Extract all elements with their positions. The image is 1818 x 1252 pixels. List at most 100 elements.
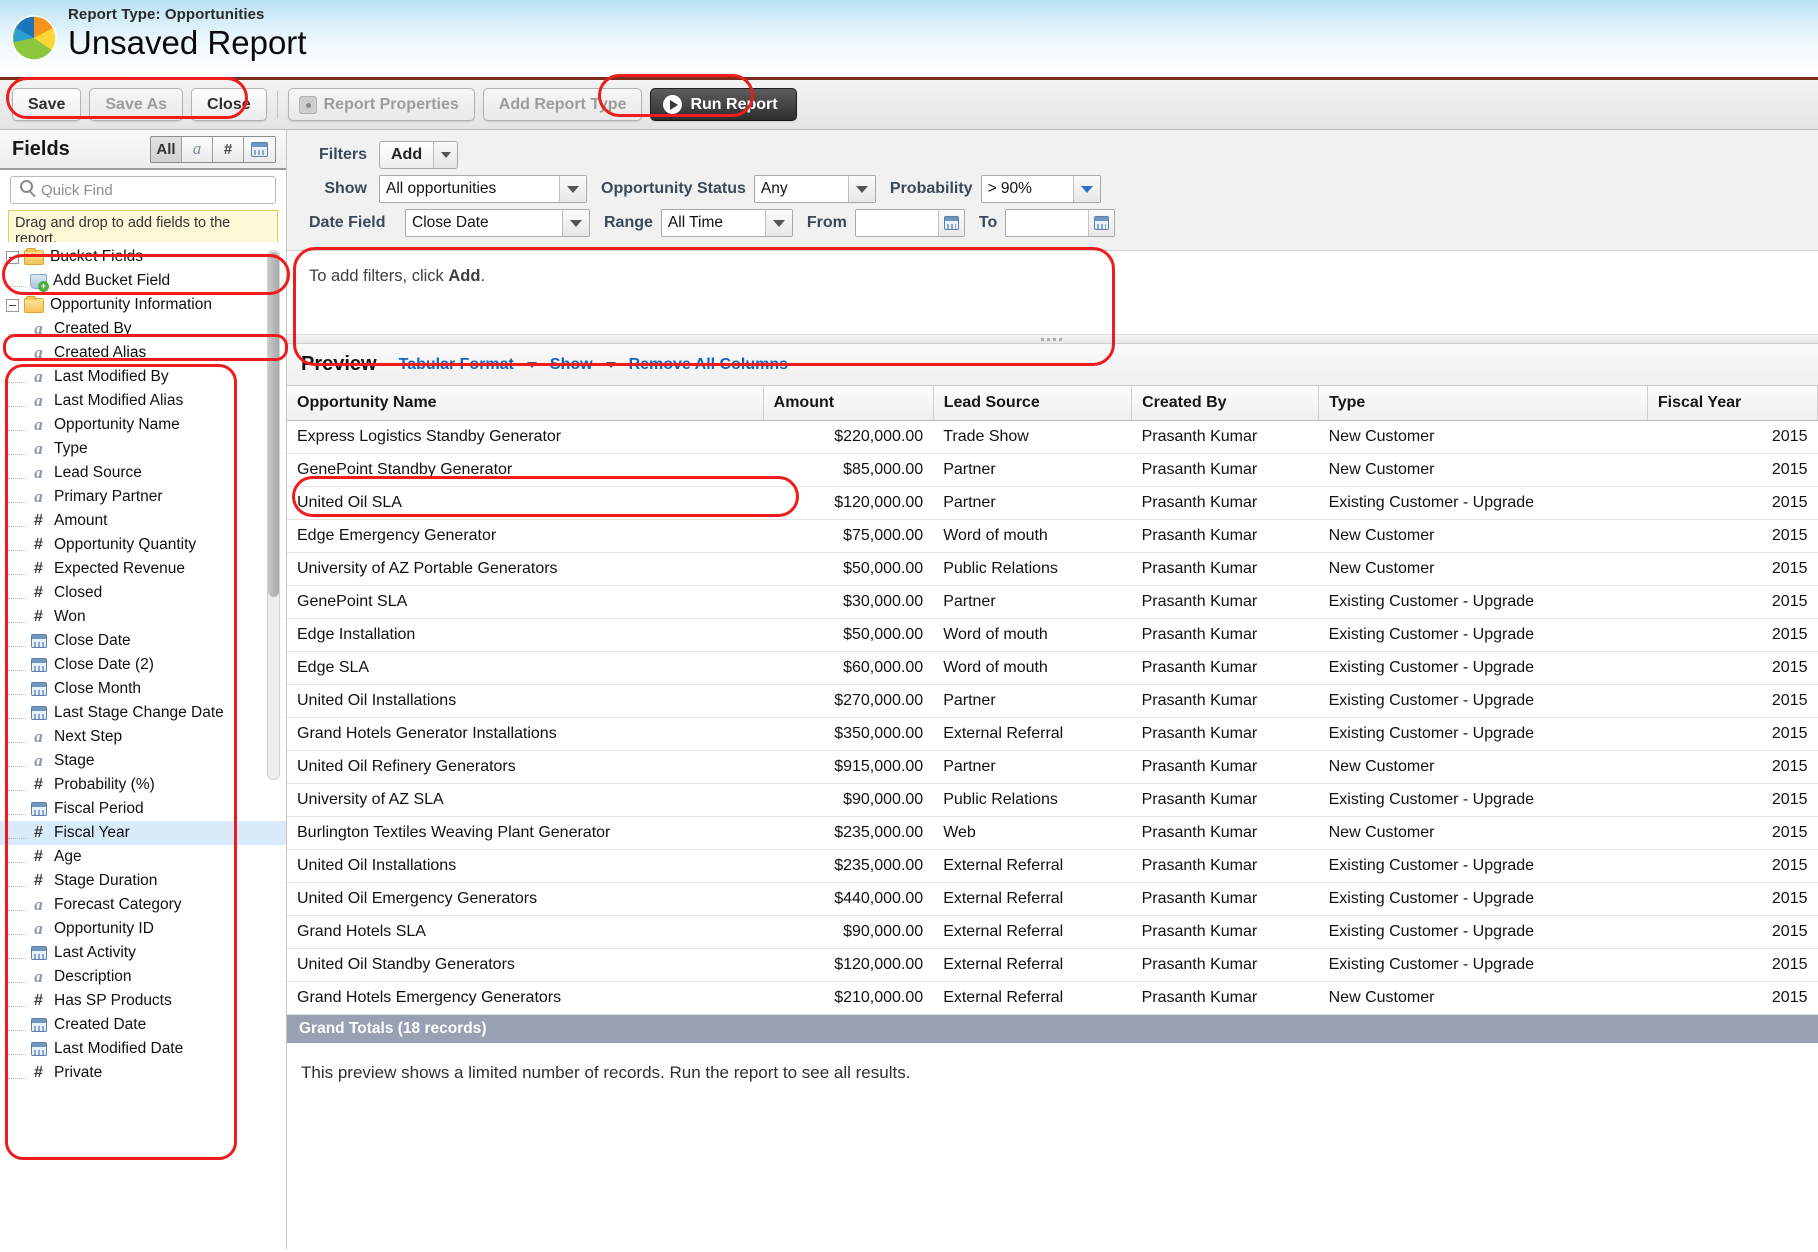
chevron-down-icon[interactable] bbox=[764, 210, 792, 236]
field-item[interactable]: Last Activity bbox=[0, 941, 286, 965]
collapse-icon[interactable] bbox=[6, 250, 19, 264]
field-item[interactable]: Fiscal Period bbox=[0, 797, 286, 821]
field-item[interactable]: # Expected Revenue bbox=[0, 557, 286, 581]
collapse-icon[interactable] bbox=[6, 298, 19, 312]
field-item[interactable]: # Stage Duration bbox=[0, 869, 286, 893]
chevron-down-icon[interactable] bbox=[526, 361, 537, 368]
field-item[interactable]: # Opportunity Quantity bbox=[0, 533, 286, 557]
field-group-bucket-fields[interactable]: Bucket Fields bbox=[0, 245, 286, 269]
field-group-opportunity-information[interactable]: Opportunity Information bbox=[0, 293, 286, 317]
to-date-value[interactable] bbox=[1006, 210, 1089, 236]
field-item[interactable]: a Created Alias bbox=[0, 341, 286, 365]
table-row[interactable]: Grand Hotels SLA $90,000.00 External Refer… bbox=[287, 915, 1818, 949]
field-item[interactable]: a Next Step bbox=[0, 725, 286, 749]
chevron-down-icon[interactable] bbox=[433, 142, 458, 168]
field-item[interactable]: Close Month bbox=[0, 677, 286, 701]
chevron-down-icon[interactable] bbox=[605, 361, 616, 368]
show-columns-link[interactable]: Show bbox=[550, 356, 593, 374]
column-header[interactable]: Lead Source bbox=[933, 386, 1133, 421]
opportunity-status-select[interactable]: Any bbox=[753, 175, 876, 203]
range-select[interactable]: All Time bbox=[660, 209, 793, 237]
remove-all-columns-link[interactable]: Remove All Columns bbox=[629, 356, 788, 374]
table-row[interactable]: Burlington Textiles Weaving Plant Genera… bbox=[287, 816, 1818, 850]
field-item[interactable]: Close Date bbox=[0, 629, 286, 653]
field-item[interactable]: a Last Modified Alias bbox=[0, 389, 286, 413]
table-row[interactable]: Express Logistics Standby Generator $220,… bbox=[287, 420, 1818, 454]
field-item[interactable]: Last Modified Date bbox=[0, 1037, 286, 1061]
fields-tree[interactable]: Bucket Fields Add Bucket Field Opportunity… bbox=[0, 242, 286, 1249]
from-date-input[interactable] bbox=[854, 209, 965, 237]
table-row[interactable]: United Oil Installations $270,000.00 Partn… bbox=[287, 684, 1818, 718]
tabular-format-link[interactable]: Tabular Format bbox=[399, 356, 514, 374]
field-item[interactable]: a Stage bbox=[0, 749, 286, 773]
field-item[interactable]: a Type bbox=[0, 437, 286, 461]
field-item[interactable]: a Description bbox=[0, 965, 286, 989]
table-row[interactable]: GenePoint SLA $30,000.00 Partner Prasanth K… bbox=[287, 585, 1818, 619]
close-button[interactable]: Close bbox=[191, 88, 267, 121]
calendar-picker-icon[interactable] bbox=[1088, 210, 1115, 236]
tree-connector bbox=[8, 717, 26, 719]
filter-number-button[interactable]: # bbox=[213, 136, 244, 162]
show-select[interactable]: All opportunities bbox=[379, 175, 587, 203]
table-row[interactable]: United Oil Emergency Generators $440,000.… bbox=[287, 882, 1818, 916]
field-item[interactable]: # Age bbox=[0, 845, 286, 869]
field-item[interactable]: a Forecast Category bbox=[0, 893, 286, 917]
save-button[interactable]: Save bbox=[12, 88, 82, 121]
field-item[interactable]: # Fiscal Year bbox=[0, 821, 286, 845]
field-item[interactable]: a Opportunity Name bbox=[0, 413, 286, 437]
chevron-down-icon[interactable] bbox=[847, 176, 875, 202]
chevron-down-icon[interactable] bbox=[1072, 176, 1100, 202]
table-row[interactable]: United Oil SLA $120,000.00 Partner Prasanth… bbox=[287, 486, 1818, 520]
field-item[interactable]: # Won bbox=[0, 605, 286, 629]
add-bucket-field-item[interactable]: Add Bucket Field bbox=[0, 269, 286, 293]
chevron-down-icon[interactable] bbox=[562, 210, 589, 236]
scrollbar-thumb[interactable] bbox=[268, 252, 279, 597]
date-field-select[interactable]: Close Date bbox=[405, 209, 590, 237]
column-header[interactable]: Fiscal Year bbox=[1647, 386, 1818, 421]
save-as-button[interactable]: Save As bbox=[89, 88, 184, 121]
field-item[interactable]: a Created By bbox=[0, 317, 286, 341]
add-filter-button[interactable]: Add bbox=[379, 141, 459, 169]
table-row[interactable]: Grand Hotels Emergency Generators $210,00… bbox=[287, 981, 1818, 1015]
field-item[interactable]: Close Date (2) bbox=[0, 653, 286, 677]
table-row[interactable]: University of AZ Portable Generators $50,… bbox=[287, 552, 1818, 586]
run-report-button[interactable]: Run Report bbox=[650, 88, 797, 121]
chevron-down-icon[interactable] bbox=[559, 176, 586, 202]
table-row[interactable]: United Oil Installations $235,000.00 Exter… bbox=[287, 849, 1818, 883]
field-item[interactable]: # Has SP Products bbox=[0, 989, 286, 1013]
column-header[interactable]: Created By bbox=[1131, 386, 1320, 421]
calendar-picker-icon[interactable] bbox=[937, 210, 964, 236]
table-row[interactable]: United Oil Standby Generators $120,000.00… bbox=[287, 948, 1818, 982]
table-row[interactable]: University of AZ SLA $90,000.00 Public Rel… bbox=[287, 783, 1818, 817]
table-row[interactable]: GenePoint Standby Generator $85,000.00 Par… bbox=[287, 453, 1818, 487]
fields-tree-scrollbar[interactable] bbox=[267, 250, 280, 780]
table-row[interactable]: Edge SLA $60,000.00 Word of mouth Prasanth … bbox=[287, 651, 1818, 685]
field-item[interactable]: Created Date bbox=[0, 1013, 286, 1037]
search-input[interactable] bbox=[10, 176, 276, 204]
filter-all-button[interactable]: All bbox=[151, 136, 182, 162]
filter-text-button[interactable]: a bbox=[182, 136, 213, 162]
field-item[interactable]: a Opportunity ID bbox=[0, 917, 286, 941]
field-item[interactable]: # Amount bbox=[0, 509, 286, 533]
field-item[interactable]: a Primary Partner bbox=[0, 485, 286, 509]
panel-splitter[interactable] bbox=[287, 334, 1818, 344]
field-item[interactable]: # Closed bbox=[0, 581, 286, 605]
report-properties-button[interactable]: Report Properties bbox=[287, 88, 475, 121]
column-header[interactable]: Type bbox=[1318, 386, 1648, 421]
table-row[interactable]: Grand Hotels Generator Installations $350… bbox=[287, 717, 1818, 751]
table-row[interactable]: Edge Installation $50,000.00 Word of mouth… bbox=[287, 618, 1818, 652]
add-report-type-button[interactable]: Add Report Type bbox=[482, 88, 643, 121]
field-item[interactable]: a Last Modified By bbox=[0, 365, 286, 389]
column-header[interactable]: Opportunity Name bbox=[287, 386, 764, 421]
table-row[interactable]: Edge Emergency Generator $75,000.00 Word o… bbox=[287, 519, 1818, 553]
field-item[interactable]: a Lead Source bbox=[0, 461, 286, 485]
field-item[interactable]: Last Stage Change Date bbox=[0, 701, 286, 725]
probability-select[interactable]: > 90% bbox=[980, 175, 1101, 203]
to-date-input[interactable] bbox=[1005, 209, 1116, 237]
from-date-value[interactable] bbox=[855, 210, 938, 236]
column-header[interactable]: Amount bbox=[763, 386, 934, 421]
field-item[interactable]: # Probability (%) bbox=[0, 773, 286, 797]
table-row[interactable]: United Oil Refinery Generators $915,000.0… bbox=[287, 750, 1818, 784]
filter-date-button[interactable] bbox=[244, 136, 275, 162]
field-item[interactable]: # Private bbox=[0, 1061, 286, 1085]
